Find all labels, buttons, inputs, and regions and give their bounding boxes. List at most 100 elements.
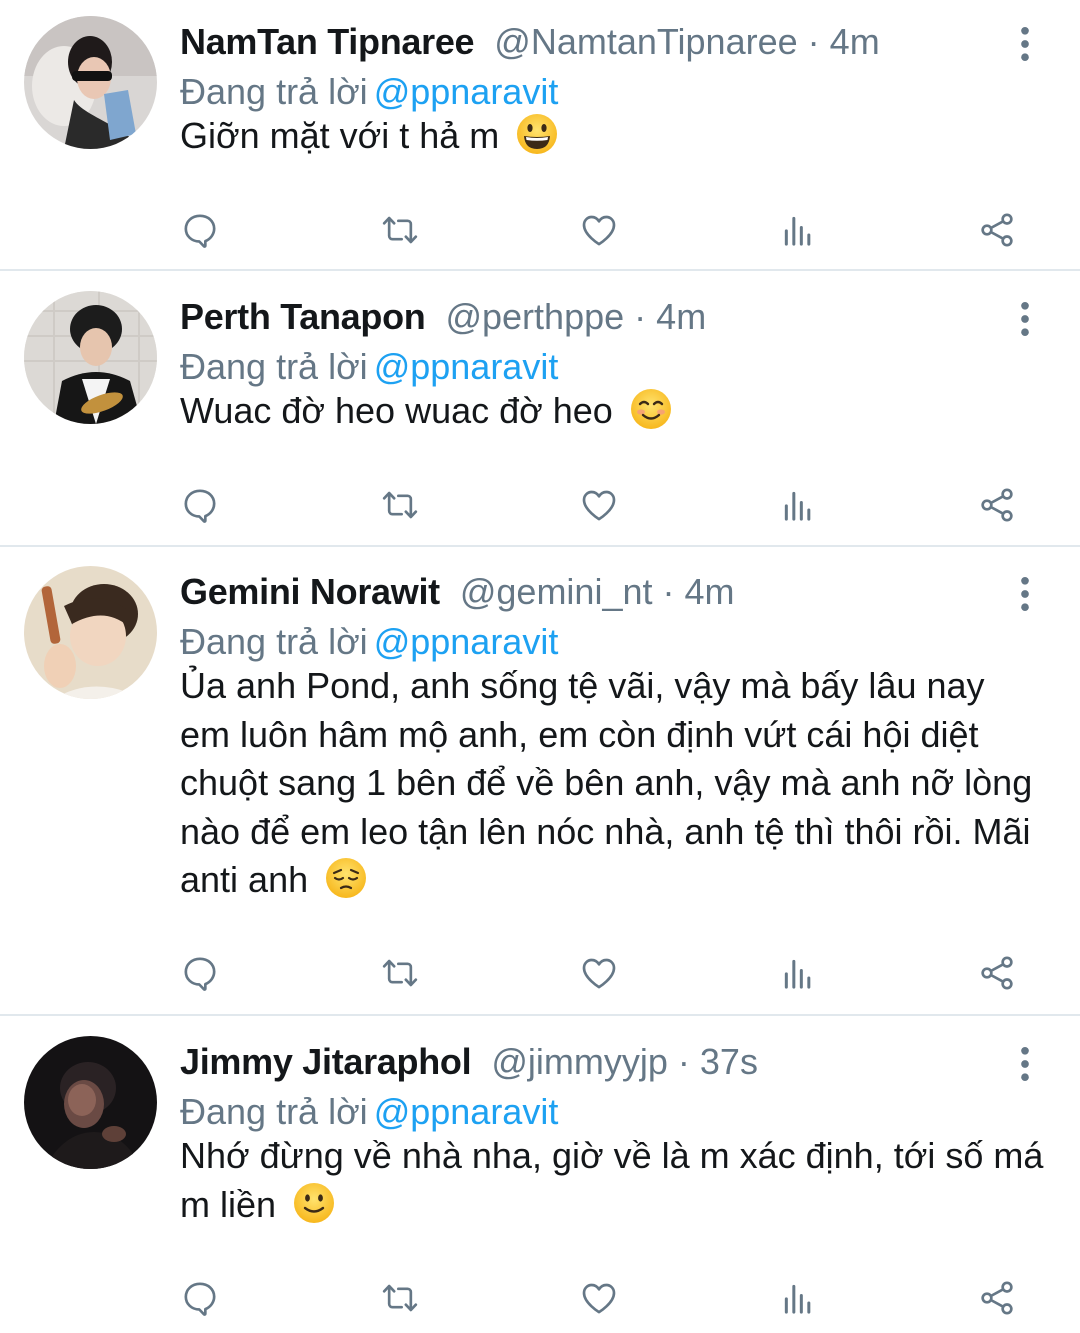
tweet-header: Jimmy Jitaraphol @jimmyyjp · 37s — [180, 1038, 758, 1086]
reply-icon — [180, 210, 220, 250]
analytics-icon — [778, 485, 818, 525]
more-options-icon[interactable] — [1010, 26, 1040, 62]
like-button[interactable] — [574, 480, 624, 530]
tweet-actions — [0, 480, 1080, 530]
like-icon — [579, 210, 619, 250]
share-button[interactable] — [972, 205, 1022, 255]
reply-icon — [180, 485, 220, 525]
share-icon — [977, 953, 1017, 993]
tweet-actions — [0, 1273, 1080, 1323]
pensive-face-icon — [326, 858, 367, 898]
divider — [0, 545, 1080, 547]
replying-to: Đang trả lời @ppnaravit — [180, 618, 558, 666]
smiling-face-blush-icon — [630, 389, 671, 429]
share-icon — [977, 485, 1017, 525]
tweet-header: Gemini Norawit @gemini_nt · 4m — [180, 568, 735, 616]
reply-button[interactable] — [175, 205, 225, 255]
avatar[interactable] — [24, 16, 157, 149]
like-icon — [579, 485, 619, 525]
reply-icon — [180, 1278, 220, 1318]
mention-link[interactable]: @ppnaravit — [374, 71, 559, 112]
share-button[interactable] — [972, 480, 1022, 530]
handle[interactable]: @perthppe — [445, 296, 624, 337]
handle[interactable]: @gemini_nt — [460, 571, 653, 612]
timestamp[interactable]: 4m — [656, 296, 706, 337]
retweet-icon — [380, 210, 420, 250]
retweet-icon — [380, 1278, 420, 1318]
tweet-text: Wuac đờ heo wuac đờ heo — [180, 387, 1050, 436]
tweet-card[interactable]: Jimmy Jitaraphol @jimmyyjp · 37s Đang tr… — [0, 1020, 1080, 1333]
display-name[interactable]: Perth Tanapon — [180, 296, 426, 337]
like-button[interactable] — [574, 1273, 624, 1323]
share-button[interactable] — [972, 1273, 1022, 1323]
timestamp[interactable]: 4m — [685, 571, 735, 612]
timestamp[interactable]: 4m — [830, 21, 880, 62]
analytics-button[interactable] — [773, 205, 823, 255]
tweet-card[interactable]: NamTan Tipnaree @NamtanTipnaree · 4m Đan… — [0, 0, 1080, 270]
reply-button[interactable] — [175, 948, 225, 998]
avatar[interactable] — [24, 1036, 157, 1169]
handle[interactable]: @NamtanTipnaree — [494, 21, 797, 62]
like-icon — [579, 1278, 619, 1318]
display-name[interactable]: Gemini Norawit — [180, 571, 440, 612]
like-icon — [579, 953, 619, 993]
tweet-text: Nhớ đừng về nhà nha, giờ về là m xác địn… — [180, 1132, 1050, 1229]
avatar[interactable] — [24, 291, 157, 424]
more-options-icon[interactable] — [1010, 576, 1040, 612]
analytics-icon — [778, 210, 818, 250]
divider — [0, 269, 1080, 271]
analytics-button[interactable] — [773, 480, 823, 530]
separator-dot: · — [677, 1041, 690, 1082]
tweet-feed: NamTan Tipnaree @NamtanTipnaree · 4m Đan… — [0, 0, 1080, 1333]
retweet-button[interactable] — [375, 205, 425, 255]
tweet-text-content: Ủa anh Pond, anh sống tệ vãi, vậy mà bấy… — [180, 665, 1033, 900]
analytics-icon — [778, 1278, 818, 1318]
more-options-icon[interactable] — [1010, 301, 1040, 337]
display-name[interactable]: Jimmy Jitaraphol — [180, 1041, 472, 1082]
analytics-icon — [778, 953, 818, 993]
avatar[interactable] — [24, 566, 157, 699]
slightly-smiling-face-icon — [294, 1182, 335, 1223]
tweet-card[interactable]: Gemini Norawit @gemini_nt · 4m Đang trả … — [0, 550, 1080, 1015]
display-name[interactable]: NamTan Tipnaree — [180, 21, 475, 62]
replying-to: Đang trả lời @ppnaravit — [180, 68, 558, 116]
separator-dot: · — [662, 571, 675, 612]
analytics-button[interactable] — [773, 948, 823, 998]
separator-dot: · — [807, 21, 820, 62]
replying-to: Đang trả lời @ppnaravit — [180, 343, 558, 391]
tweet-actions — [0, 205, 1080, 255]
like-button[interactable] — [574, 948, 624, 998]
tweet-text-content: Giỡn mặt với t hả m — [180, 115, 500, 156]
retweet-button[interactable] — [375, 948, 425, 998]
retweet-icon — [380, 953, 420, 993]
tweet-text: Ủa anh Pond, anh sống tệ vãi, vậy mà bấy… — [180, 662, 1040, 905]
mention-link[interactable]: @ppnaravit — [374, 346, 559, 387]
replying-to: Đang trả lời @ppnaravit — [180, 1088, 558, 1136]
tweet-text: Giỡn mặt với t hả m — [180, 112, 1050, 161]
share-icon — [977, 210, 1017, 250]
grinning-face-icon — [517, 114, 558, 154]
more-options-icon[interactable] — [1010, 1046, 1040, 1082]
retweet-icon — [380, 485, 420, 525]
reply-button[interactable] — [175, 480, 225, 530]
analytics-button[interactable] — [773, 1273, 823, 1323]
share-button[interactable] — [972, 948, 1022, 998]
tweet-text-content: Wuac đờ heo wuac đờ heo — [180, 390, 613, 431]
retweet-button[interactable] — [375, 480, 425, 530]
replying-prefix: Đang trả lời — [180, 621, 368, 662]
handle[interactable]: @jimmyyjp — [491, 1041, 668, 1082]
divider — [0, 1014, 1080, 1016]
replying-prefix: Đang trả lời — [180, 71, 368, 112]
timestamp[interactable]: 37s — [700, 1041, 758, 1082]
retweet-button[interactable] — [375, 1273, 425, 1323]
share-icon — [977, 1278, 1017, 1318]
replying-prefix: Đang trả lời — [180, 1091, 368, 1132]
mention-link[interactable]: @ppnaravit — [374, 1091, 559, 1132]
reply-button[interactable] — [175, 1273, 225, 1323]
mention-link[interactable]: @ppnaravit — [374, 621, 559, 662]
tweet-header: NamTan Tipnaree @NamtanTipnaree · 4m — [180, 18, 880, 66]
like-button[interactable] — [574, 205, 624, 255]
separator-dot: · — [634, 296, 647, 337]
tweet-header: Perth Tanapon @perthppe · 4m — [180, 293, 706, 341]
tweet-card[interactable]: Perth Tanapon @perthppe · 4m Đang trả lờ… — [0, 275, 1080, 545]
